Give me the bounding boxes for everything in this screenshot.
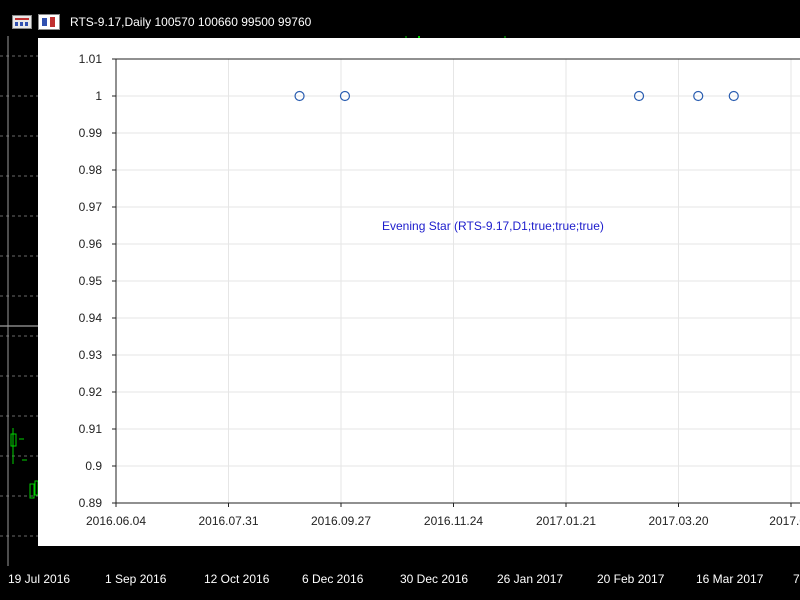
- x-tick-label: 2016.09.27: [311, 514, 371, 528]
- bottom-axis-label: 12 Oct 2016: [204, 572, 270, 586]
- indicator-annotation: Evening Star (RTS-9.17,D1;true;true;true…: [382, 219, 604, 233]
- y-tick-label: 0.9: [85, 459, 102, 473]
- y-tick-label: 0.93: [79, 348, 103, 362]
- x-tick-label: 2016.07.31: [198, 514, 258, 528]
- scatter-plot-window[interactable]: 1.01 1 0.99 0.98 0.97 0.96 0.95 0.94 0.93 0.92 0.9…: [38, 38, 800, 546]
- x-tick-label: 2016.06.04: [86, 514, 146, 528]
- bottom-axis-label: 1 Sep 2016: [105, 572, 167, 586]
- chart-type-icon[interactable]: [38, 14, 60, 30]
- y-tick-label: 0.99: [79, 126, 103, 140]
- x-tick-label: 2016.11.24: [424, 514, 483, 528]
- x-tick-label: 2017.05: [769, 514, 800, 528]
- y-tick-label: 0.94: [79, 311, 103, 325]
- bottom-axis-label: 7: [793, 572, 800, 586]
- bottom-axis-label: 30 Dec 2016: [400, 572, 469, 586]
- y-tick-label: 0.89: [79, 496, 103, 510]
- y-tick-label: 0.97: [79, 200, 103, 214]
- bottom-axis-label: 26 Jan 2017: [497, 572, 564, 586]
- chart-title-bar: RTS-9.17,Daily 100570 100660 99500 99760: [0, 8, 800, 36]
- y-tick-label: 0.96: [79, 237, 103, 251]
- y-tick-label: 1: [95, 89, 102, 103]
- y-tick-label: 0.91: [79, 422, 103, 436]
- bottom-axis-label: 19 Jul 2016: [8, 572, 71, 586]
- scatter-plot: 1.01 1 0.99 0.98 0.97 0.96 0.95 0.94 0.93 0.92 0.9…: [79, 52, 800, 528]
- chart-title: RTS-9.17,Daily 100570 100660 99500 99760: [70, 15, 312, 29]
- bottom-axis-label: 16 Mar 2017: [696, 572, 764, 586]
- x-tick-label: 2017.03.20: [648, 514, 708, 528]
- y-tick-label: 1.01: [79, 52, 103, 66]
- bottom-axis-label: 6 Dec 2016: [302, 572, 364, 586]
- bottom-axis-label: 20 Feb 2017: [597, 572, 665, 586]
- chart-window-icon[interactable]: [12, 15, 32, 29]
- x-tick-label: 2017.01.21: [536, 514, 596, 528]
- bottom-time-axis: 19 Jul 2016 1 Sep 2016 12 Oct 2016 6 Dec…: [0, 566, 800, 600]
- y-tick-label: 0.92: [79, 385, 103, 399]
- y-tick-label: 0.98: [79, 163, 103, 177]
- y-tick-label: 0.95: [79, 274, 103, 288]
